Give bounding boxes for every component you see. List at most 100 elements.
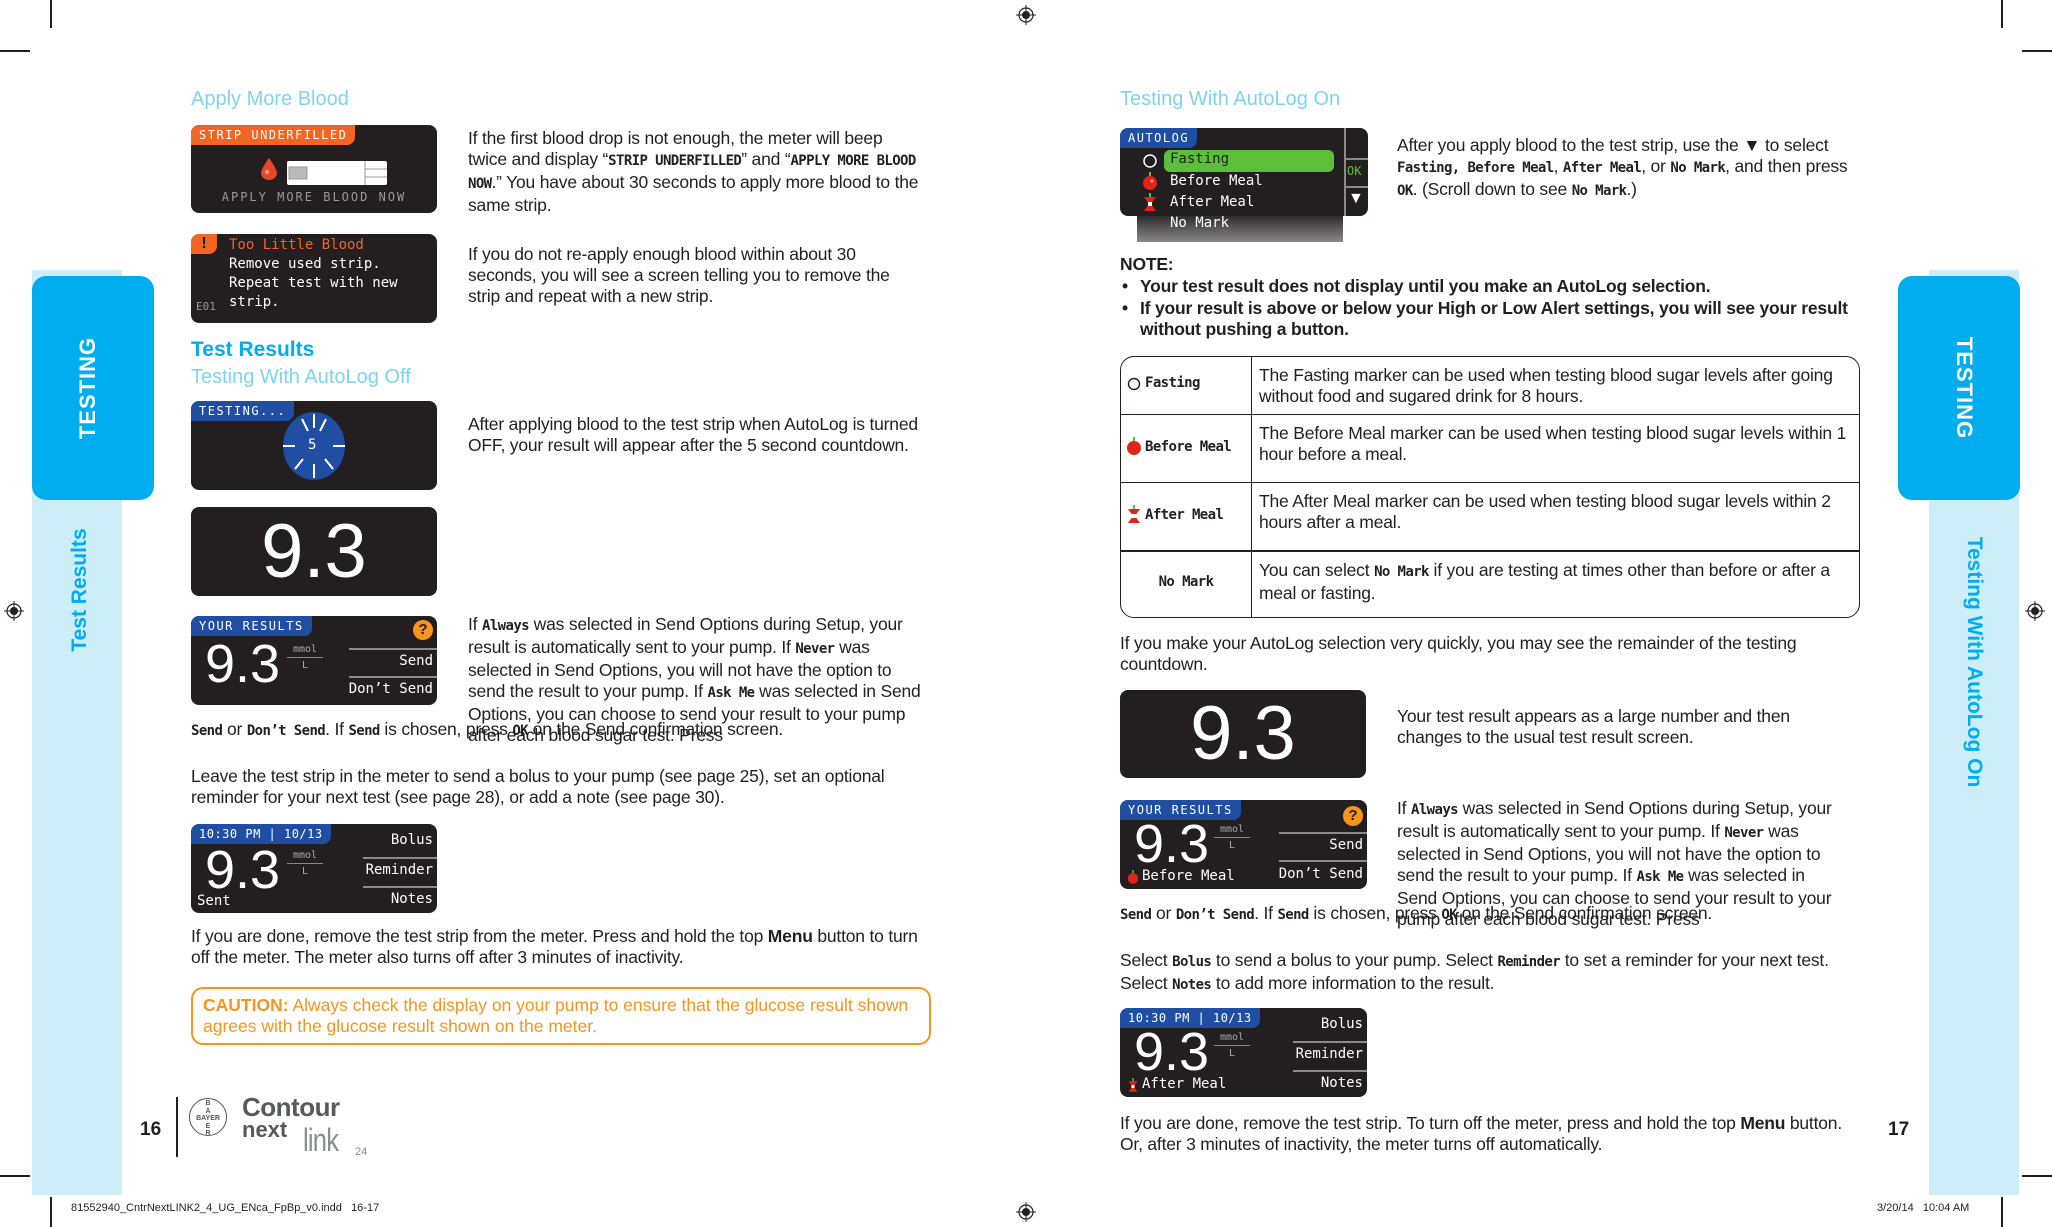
fasting-circle-icon (1143, 154, 1157, 168)
autolog-item-after-meal[interactable]: After Meal (1170, 194, 1254, 210)
paragraph-countdown: After applying blood to the test strip w… (468, 414, 918, 455)
side-tab-section-label: TESTING (75, 336, 100, 440)
registration-mark-icon (1016, 5, 1036, 25)
autolog-item-fasting[interactable]: Fasting (1170, 151, 1229, 167)
crop-mark (2022, 50, 2052, 52)
reminder-option[interactable]: Reminder (1296, 1046, 1363, 1062)
marker-description: The After Meal marker can be used when t… (1259, 491, 1831, 532)
ok-button[interactable]: OK (1347, 164, 1361, 178)
result-unit: mmol L (1214, 824, 1250, 851)
autolog-marker-table: Fasting The Fasting marker can be used w… (1120, 356, 1860, 618)
screen-header: AUTOLOG (1120, 128, 1198, 148)
crop-mark (50, 1197, 52, 1227)
note-label: NOTE: (1120, 254, 1174, 274)
contour-logo-line3: link (303, 1122, 339, 1158)
result-value: 9.3 (1134, 1022, 1210, 1082)
contour-logo-line2: next (242, 1117, 288, 1142)
sent-status: Sent (197, 893, 231, 909)
subheading-autolog-off: Testing With AutoLog Off (191, 366, 411, 388)
crop-mark (2022, 1175, 2052, 1177)
divider (363, 857, 437, 859)
result-unit: mmol L (287, 850, 323, 877)
test-strip-icon (287, 161, 387, 185)
meter-screen-sent: 10:30 PM | 10/13 9.3 mmol L Sent Bolus Re… (191, 824, 437, 913)
bullet-icon: • (1122, 276, 1128, 296)
warning-icon: ! (191, 234, 217, 254)
slug-datetime: 3/20/14 10:04 AM (1877, 1202, 1970, 1214)
autolog-item-no-mark[interactable]: No Mark (1170, 215, 1229, 231)
result-value: 9.3 (1190, 691, 1296, 776)
scroll-down-button[interactable]: ▼ (1348, 190, 1364, 208)
paragraph-quick-selection: If you make your AutoLog selection very … (1120, 633, 1797, 674)
notes-option[interactable]: Notes (1321, 1075, 1363, 1091)
crop-mark (0, 1175, 30, 1177)
crop-mark (2001, 1197, 2003, 1227)
divider (1293, 1070, 1367, 1072)
contour-logo-sub: 24 (355, 1146, 368, 1158)
apple-icon (1143, 172, 1157, 190)
dont-send-option[interactable]: Don’t Send (349, 681, 433, 697)
paragraph-large-number: Your test result appears as a large numb… (1397, 706, 1790, 747)
meter-screen-autolog: AUTOLOG OK ▼ Fasting Before Meal After M… (1120, 128, 1368, 216)
result-value: 9.3 (205, 634, 281, 694)
paragraph-leave-strip: Leave the test strip in the meter to sen… (191, 766, 885, 807)
divider (1344, 158, 1368, 160)
paragraph-autolog-select: After you apply blood to the test strip,… (1397, 135, 1848, 199)
screen-header: TESTING... (191, 401, 295, 421)
apple-core-icon (1128, 1078, 1138, 1092)
page-number-left: 16 (140, 1119, 162, 1140)
error-code: E01 (196, 300, 216, 313)
send-option[interactable]: Send (1329, 837, 1363, 853)
error-line: strip. (229, 294, 280, 310)
paragraph-done-right: If you are done, remove the test strip. … (1120, 1113, 1842, 1154)
caution-box: CAUTION: Always check the display on you… (191, 987, 931, 1045)
divider (349, 676, 437, 678)
dont-send-option[interactable]: Don’t Send (1279, 866, 1363, 882)
meter-screen-big-result: 9.3 (191, 507, 437, 596)
apple-icon (1127, 870, 1139, 884)
send-option[interactable]: Send (399, 653, 433, 669)
page-number-right: 17 (1888, 1119, 1910, 1140)
bayer-cross-logo: B A BAYER E R (189, 1098, 227, 1137)
divider (1279, 832, 1367, 834)
marker-cell: No Mark (1121, 552, 1252, 617)
section-heading-test-results: Test Results (191, 338, 315, 361)
screen-header: YOUR RESULTS (191, 616, 312, 636)
meter-screen-after-meal: 10:30 PM | 10/13 9.3 mmol L After Meal Bo… (1120, 1008, 1367, 1097)
error-line: Remove used strip. (229, 256, 381, 272)
marker-label: After Meal (1142, 1076, 1227, 1092)
notes-option[interactable]: Notes (391, 891, 433, 907)
autolog-item-before-meal[interactable]: Before Meal (1170, 173, 1263, 189)
help-icon[interactable]: ? (1343, 806, 1363, 826)
bullet-icon: • (1122, 298, 1128, 318)
marker-label: Before Meal (1145, 439, 1232, 455)
bolus-option[interactable]: Bolus (1321, 1016, 1363, 1032)
meter-screen-testing: TESTING... 5 (191, 401, 437, 490)
divider (1279, 860, 1367, 862)
paragraph-send-options-cont: Send or Don’t Send. If Send is chosen, p… (1120, 903, 1713, 923)
section-heading-autolog-on: Testing With AutoLog On (1120, 88, 1341, 110)
bolus-option[interactable]: Bolus (391, 832, 433, 848)
apple-icon (1127, 437, 1141, 455)
help-icon[interactable]: ? (413, 620, 433, 640)
meter-screen-your-results: YOUR RESULTS 9.3 mmol L ? Send Don’t Send (191, 616, 437, 705)
marker-cell: After Meal (1121, 483, 1252, 550)
paragraph-done-left: If you are done, remove the test strip f… (191, 926, 918, 967)
meter-screen-strip-underfilled: STRIP UNDERFILLED APPLY MORE BLOOD NOW (191, 125, 437, 213)
registration-mark-icon (2025, 601, 2045, 621)
marker-label: After Meal (1145, 507, 1224, 523)
reminder-option[interactable]: Reminder (366, 862, 433, 878)
note-bullet: • If your result is above or below your H… (1122, 298, 1848, 339)
apple-core-icon (1144, 193, 1156, 211)
table-row: Fasting The Fasting marker can be used w… (1121, 357, 1859, 415)
divider (349, 648, 437, 650)
marker-cell: Fasting (1121, 357, 1252, 414)
marker-cell: Before Meal (1121, 415, 1252, 482)
countdown-number: 5 (308, 437, 317, 453)
divider (363, 886, 437, 888)
divider (1293, 1041, 1367, 1043)
divider (1344, 186, 1368, 188)
marker-label: Before Meal (1142, 868, 1235, 884)
side-tab-subsection-label: Testing With AutoLog On (1963, 536, 1986, 788)
slug-filename: 81552940_CntrNextLINK2_4_UG_ENca_FpBp_v0… (71, 1202, 380, 1214)
